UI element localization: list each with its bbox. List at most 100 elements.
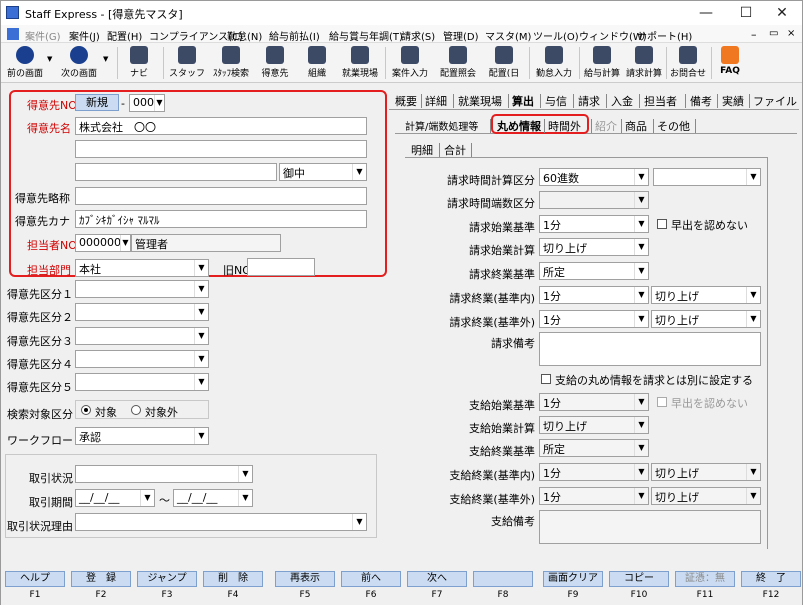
pay-end-within-unit-select[interactable]: 1分 ▼ [539,463,649,481]
detail-tab-total[interactable]: 合計 [444,142,466,158]
tab-person[interactable]: 担当者 [644,93,677,109]
payroll-calc-button[interactable]: 給与計算 [581,44,623,82]
search-target-radio[interactable] [81,405,91,415]
subtab-other[interactable]: その他 [657,118,690,134]
subtab-rounding-info[interactable]: 丸め情報 [497,118,541,134]
job-entry-button[interactable]: 案件入力 [387,44,433,82]
trade-reason-select[interactable]: ▼ [75,513,367,531]
menu-item[interactable]: 請求(S) [401,28,435,43]
trade-status-select[interactable]: ▼ [75,465,253,483]
pay-notes-textarea[interactable] [539,510,761,544]
minimize-button[interactable]: — [687,3,725,23]
bill-start-calc-select[interactable]: 切り上げ ▼ [539,238,649,256]
pay-end-within-method-select[interactable]: 切り上げ ▼ [651,463,761,481]
organization-button[interactable]: 組織 [297,44,337,82]
customer-name2-field[interactable] [75,140,367,158]
category3-select[interactable]: ▼ [75,327,209,345]
tab-detail[interactable]: 詳細 [425,93,447,109]
inquiry-button[interactable]: お問合せ [667,44,709,82]
pay-start-calc-select[interactable]: 切り上げ ▼ [539,416,649,434]
subtab-overtime[interactable]: 時間外 [548,118,581,134]
search-exclude-radio[interactable] [131,405,141,415]
tab-billing[interactable]: 請求 [578,93,600,109]
f3-jump-button[interactable]: ジャンプ [137,571,197,587]
person-no-select[interactable]: 000000 ▼ [75,234,131,252]
mdi-restore-button[interactable]: ▭ [769,28,778,39]
f12-exit-button[interactable]: 終 了 [741,571,801,587]
short-name-field[interactable] [75,187,367,205]
pay-end-outside-method-select[interactable]: 切り上げ ▼ [651,487,761,505]
forward-button[interactable]: 次の画面 [57,44,101,82]
menu-item[interactable]: 給与賞与年調(T) [329,28,403,43]
tab-file[interactable]: ファイル [753,93,797,109]
bill-end-basis-select[interactable]: 所定 ▼ [539,262,649,280]
period-from-select[interactable]: __/__/__ ▼ [75,489,155,507]
f10-copy-button[interactable]: コピー [609,571,669,587]
f7-next-button[interactable]: 次へ [407,571,467,587]
tab-results[interactable]: 実績 [722,93,744,109]
detail-tab-breakdown[interactable]: 明細 [411,142,433,158]
bill-no-early-checkbox[interactable] [657,219,667,229]
tab-calculation[interactable]: 算出 [512,93,534,109]
tab-payment[interactable]: 入金 [611,93,633,109]
faq-button[interactable]: FAQ [713,44,747,82]
menu-item[interactable]: マスタ(M) [485,28,531,43]
bill-time-calc-select[interactable]: 60進数 ▼ [539,168,649,186]
category1-select[interactable]: ▼ [75,280,209,298]
f9-clear-button[interactable]: 画面クリア [543,571,603,587]
bill-end-outside-unit-select[interactable]: 1分 ▼ [539,310,649,328]
separate-pay-rounding-checkbox[interactable] [541,374,551,384]
kana-field[interactable]: ｶﾌﾞｼｷｶﾞｲｼｬ ﾏﾙﾏﾙ [75,210,367,228]
menu-item[interactable]: 配置(H) [107,28,142,43]
f6-prev-button[interactable]: 前へ [341,571,401,587]
chevron-down-icon[interactable]: ▼ [103,55,108,63]
f5-refresh-button[interactable]: 再表示 [275,571,335,587]
staff-search-button[interactable]: ｽﾀｯﾌ検索 [207,44,255,82]
period-to-select[interactable]: __/__/__ ▼ [173,489,253,507]
category2-select[interactable]: ▼ [75,303,209,321]
pay-no-early-checkbox[interactable] [657,397,667,407]
back-button[interactable]: 前の画面 [3,44,47,82]
f8-button[interactable] [473,571,533,587]
menu-item[interactable]: 案件(G) [25,28,61,43]
old-no-field[interactable] [247,258,315,276]
branch-no-select[interactable]: 000 ▼ [129,94,165,112]
category4-select[interactable]: ▼ [75,350,209,368]
menu-item[interactable]: 管理(D) [443,28,479,43]
f2-register-button[interactable]: 登 録 [71,571,131,587]
worksite-button[interactable]: 就業現場 [337,44,383,82]
f11-evidence-button[interactable]: 証憑：無 [675,571,735,587]
category5-select[interactable]: ▼ [75,373,209,391]
subtab-products[interactable]: 商品 [625,118,647,134]
staff-button[interactable]: スタッフ [167,44,207,82]
placement-inquiry-button[interactable]: 配置照会 [435,44,481,82]
mdi-close-button[interactable]: × [787,28,795,39]
bill-time-fraction-select[interactable]: ▼ [539,191,649,209]
customer-name-field[interactable]: 株式会社 〇〇 [75,117,367,135]
chevron-down-icon[interactable]: ▼ [47,55,52,63]
tab-overview[interactable]: 概要 [395,93,417,109]
customer-button[interactable]: 得意先 [255,44,295,82]
bill-time-calc-sub-select[interactable]: ▼ [653,168,761,186]
pay-start-basis-select[interactable]: 1分 ▼ [539,393,649,411]
subtab-calc-rounding[interactable]: 計算/端数処理等 [405,118,478,133]
bill-start-basis-select[interactable]: 1分 ▼ [539,215,649,233]
billing-calc-button[interactable]: 請求計算 [623,44,665,82]
honorific-select[interactable]: 御中 ▼ [279,163,367,181]
close-button[interactable]: ✕ [763,3,801,23]
tab-notes[interactable]: 備考 [690,93,712,109]
bill-end-within-unit-select[interactable]: 1分 ▼ [539,286,649,304]
pay-end-outside-unit-select[interactable]: 1分 ▼ [539,487,649,505]
attendance-entry-button[interactable]: 勤怠入力 [531,44,577,82]
menu-item[interactable]: 勤怠(N) [227,28,262,43]
dept-select[interactable]: 本社 ▼ [75,259,209,277]
subtab-referral[interactable]: 紹介 [595,118,617,134]
menu-item[interactable]: 案件(J) [69,28,100,43]
navi-button[interactable]: ナビ [121,44,157,82]
menu-item[interactable]: サポート(H) [637,28,692,43]
placement-daily-button[interactable]: 配置(日 [481,44,527,82]
pay-end-basis-select[interactable]: 所定 ▼ [539,439,649,457]
customer-name3-field[interactable] [75,163,277,181]
f4-delete-button[interactable]: 削 除 [203,571,263,587]
f1-help-button[interactable]: ヘルプ [5,571,65,587]
